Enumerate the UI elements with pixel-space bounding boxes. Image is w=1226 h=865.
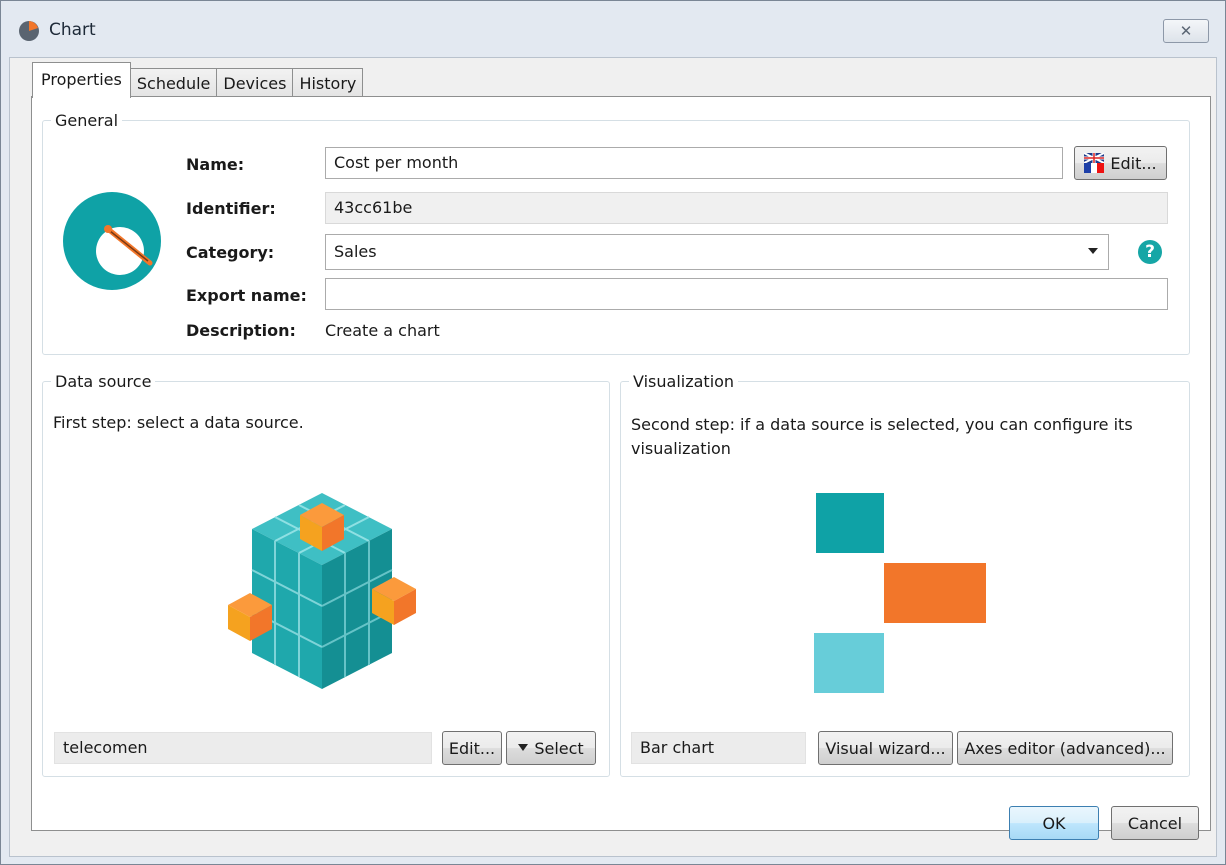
- name-field[interactable]: Cost per month: [325, 147, 1063, 179]
- chevron-down-icon: [1088, 248, 1098, 254]
- datasource-legend: Data source: [55, 372, 152, 391]
- title-bar: Chart ✕: [1, 1, 1225, 57]
- uk-france-flag-icon: [1084, 153, 1105, 173]
- export-name-label: Export name:: [186, 286, 307, 305]
- bar-visualization-icon: [814, 493, 986, 693]
- edit-label: Edit...: [1110, 153, 1157, 173]
- chart-dialog: Chart ✕ Properties Schedule Devices Hist…: [0, 0, 1226, 865]
- datasource-instruction: First step: select a data source.: [53, 413, 304, 432]
- chart-app-icon: [19, 21, 39, 41]
- description-label: Description:: [186, 321, 296, 340]
- datasource-edit-button[interactable]: Edit...: [442, 731, 502, 765]
- translate-edit-button[interactable]: Edit...: [1074, 146, 1167, 180]
- name-label: Name:: [186, 155, 245, 174]
- identifier-label: Identifier:: [186, 199, 276, 218]
- category-value: Sales: [334, 242, 377, 261]
- tab-devices[interactable]: Devices: [217, 68, 294, 98]
- chart-logo-icon: [63, 192, 161, 290]
- properties-panel: General Name: Cost per month Edit... Ide…: [31, 96, 1211, 831]
- close-button[interactable]: ✕: [1163, 19, 1209, 43]
- datasource-value: telecomen: [54, 732, 432, 764]
- caret-down-icon: [518, 744, 529, 751]
- identifier-field: 43cc61be: [325, 192, 1168, 224]
- tab-schedule[interactable]: Schedule: [130, 68, 218, 98]
- close-icon: ✕: [1179, 22, 1193, 40]
- tab-properties[interactable]: Properties: [32, 62, 131, 98]
- select-label: Select: [534, 738, 584, 758]
- axes-editor-button[interactable]: Axes editor (advanced)...: [957, 731, 1173, 765]
- category-label: Category:: [186, 243, 275, 262]
- general-legend: General: [55, 111, 119, 130]
- datasource-select-button[interactable]: Select: [506, 731, 596, 765]
- description-value: Create a chart: [325, 321, 440, 340]
- category-select[interactable]: Sales: [325, 234, 1109, 270]
- dialog-client-area: Properties Schedule Devices History Gene…: [9, 57, 1217, 857]
- tab-history[interactable]: History: [293, 68, 364, 98]
- visualization-value: Bar chart: [631, 732, 806, 764]
- window-title: Chart: [49, 20, 96, 40]
- question-circle-icon[interactable]: ?: [1138, 240, 1162, 264]
- visualization-legend: Visualization: [633, 372, 735, 391]
- tab-bar: Properties Schedule Devices History: [32, 62, 364, 98]
- export-name-field[interactable]: [325, 278, 1168, 310]
- ok-button[interactable]: OK: [1009, 806, 1099, 840]
- data-cube-icon: [228, 493, 416, 689]
- visualization-instruction: Second step: if a data source is selecte…: [631, 415, 1133, 458]
- cancel-button[interactable]: Cancel: [1111, 806, 1199, 840]
- visual-wizard-button[interactable]: Visual wizard...: [818, 731, 953, 765]
